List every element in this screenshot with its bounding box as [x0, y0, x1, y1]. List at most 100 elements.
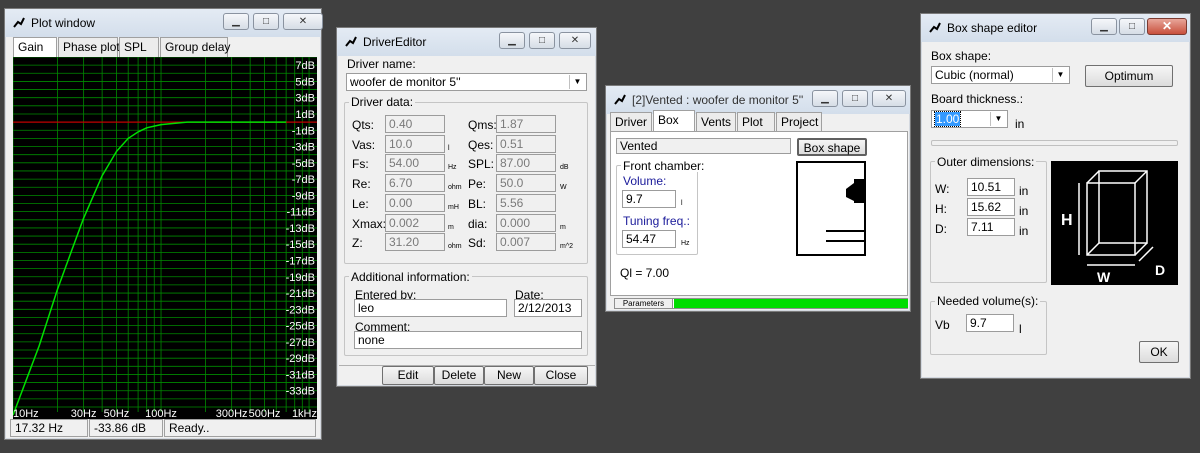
y-tick-label: -3dB	[292, 142, 315, 154]
tab-driver[interactable]: Driver	[610, 112, 652, 132]
maximize-button[interactable]: □	[842, 90, 868, 107]
plot-window-titlebar[interactable]: Plot window ▁ □ ✕	[5, 9, 323, 37]
maximize-button[interactable]: □	[529, 32, 555, 49]
dim-input-0[interactable]: 10.51	[967, 178, 1015, 196]
vented-titlebar[interactable]: [2]Vented : woofer de monitor 5'' ▁ □ ✕	[606, 86, 910, 114]
driver-right-unit-5: m	[560, 223, 566, 231]
speaker-app-icon	[345, 36, 357, 47]
dim-input-2[interactable]: 7.11	[967, 218, 1015, 236]
tuning-unit: Hz	[681, 240, 690, 247]
maximize-button[interactable]: □	[253, 13, 279, 30]
driver-editor-titlebar[interactable]: DriverEditor ▁ □ ✕	[337, 28, 596, 56]
close-button[interactable]: ✕	[283, 13, 323, 30]
driver-right-value-2[interactable]: 87.00	[496, 154, 556, 173]
vb-label: Vb	[935, 318, 950, 332]
x-tick-label: 1kHz	[292, 408, 317, 419]
driver-left-unit-6: ohm	[448, 243, 462, 251]
box-shape-button[interactable]: Box shape	[797, 138, 867, 156]
date-input[interactable]: 2/12/2013	[514, 299, 582, 317]
speaker-app-icon	[13, 17, 25, 28]
close-button[interactable]: ✕	[872, 90, 906, 107]
driver-right-value-1[interactable]: 0.51	[496, 134, 556, 153]
parameters-progress-bar: Parameters	[614, 298, 908, 309]
y-tick-label: -11dB	[286, 207, 315, 219]
cube-diagram: H W D	[1051, 161, 1178, 285]
tab-vents[interactable]: Vents	[696, 112, 736, 132]
entered-by-input[interactable]: leo	[354, 299, 507, 317]
y-tick-label: -13dB	[286, 223, 315, 235]
vb-unit: l	[1019, 322, 1022, 336]
driver-right-value-4[interactable]: 5.56	[496, 193, 556, 212]
close-button[interactable]: ✕	[559, 32, 591, 49]
driver-right-value-0[interactable]: 1.87	[496, 115, 556, 133]
volume-input[interactable]: 9.7	[622, 190, 676, 208]
driver-left-value-3[interactable]: 6.70	[385, 174, 445, 193]
driver-left-value-5[interactable]: 0.002	[385, 213, 445, 232]
y-tick-label: -33dB	[286, 386, 315, 398]
chevron-down-icon: ▼	[1052, 68, 1068, 82]
delete-button[interactable]: Delete	[434, 366, 484, 385]
driver-left-unit-3: ohm	[448, 184, 462, 192]
y-tick-label: -5dB	[292, 158, 315, 170]
driver-left-label-6: Z:	[352, 236, 363, 251]
tab-group-delay[interactable]: Group delay	[160, 37, 230, 57]
driver-left-value-6[interactable]: 31.20	[385, 233, 445, 252]
y-tick-label: -17dB	[286, 255, 315, 267]
vented-box-window: [2]Vented : woofer de monitor 5'' ▁ □ ✕ …	[605, 85, 911, 312]
vb-input[interactable]: 9.7	[966, 314, 1014, 332]
tab-plot[interactable]: Plot	[737, 112, 775, 132]
y-tick-label: 7dB	[295, 60, 315, 72]
tab-gain[interactable]: Gain	[13, 37, 57, 57]
additional-info-label: Additional information:	[349, 270, 472, 284]
edit-button[interactable]: Edit	[382, 366, 434, 385]
tuning-label: Tuning freq.:	[623, 214, 690, 228]
driver-name-select[interactable]: woofer de monitor 5'' ▼	[346, 73, 587, 91]
driver-right-value-3[interactable]: 50.0	[496, 174, 556, 193]
minimize-button[interactable]: ▁	[1091, 18, 1117, 35]
tuning-input[interactable]: 54.47	[622, 230, 676, 248]
driver-left-value-4[interactable]: 0.00	[385, 193, 445, 212]
driver-right-value-5[interactable]: 0.000	[496, 213, 556, 232]
close-button[interactable]: ✕	[1147, 18, 1187, 35]
minimize-button[interactable]: ▁	[812, 90, 838, 107]
driver-left-label-4: Le:	[352, 196, 369, 211]
outer-dimensions-label: Outer dimensions:	[935, 155, 1037, 169]
minimize-button[interactable]: ▁	[223, 13, 249, 30]
driver-right-unit-2: dB	[560, 164, 569, 172]
comment-input[interactable]: none	[354, 331, 582, 349]
box-shape-titlebar[interactable]: Box shape editor ▁ □ ✕	[921, 14, 1190, 42]
tab-spl[interactable]: SPL	[119, 37, 159, 57]
board-thickness-select[interactable]: 1.00 ▼	[931, 110, 1008, 128]
driver-right-label-4: BL:	[468, 196, 487, 211]
dim-input-1[interactable]: 15.62	[967, 198, 1015, 216]
tab-phase-plot[interactable]: Phase plot	[58, 37, 120, 57]
optimum-button[interactable]: Optimum	[1085, 65, 1173, 87]
progress-label: Parameters	[615, 299, 673, 308]
y-tick-label: 1dB	[295, 109, 315, 121]
y-tick-label: -27dB	[286, 337, 315, 349]
chevron-down-icon: ▼	[569, 75, 585, 89]
tab-box[interactable]: Box	[653, 110, 695, 132]
y-tick-label: -25dB	[286, 321, 315, 333]
close-dialog-button[interactable]: Close	[534, 366, 588, 385]
driver-left-unit-5: m	[448, 223, 454, 231]
ok-button[interactable]: OK	[1139, 341, 1179, 363]
window-title: Plot window	[31, 16, 96, 30]
driver-left-value-0[interactable]: 0.40	[385, 115, 445, 133]
minimize-button[interactable]: ▁	[499, 32, 525, 49]
new-button[interactable]: New	[484, 366, 534, 385]
maximize-button[interactable]: □	[1119, 18, 1145, 35]
box-shape-select[interactable]: Cubic (normal) ▼	[931, 66, 1070, 84]
x-tick-label: 50Hz	[104, 408, 130, 419]
driver-left-value-1[interactable]: 10.0	[385, 134, 445, 153]
box-shape-editor-window: Box shape editor ▁ □ ✕ Box shape: Cubic …	[920, 13, 1191, 379]
driver-right-label-6: Sd:	[468, 236, 487, 251]
driver-right-value-6[interactable]: 0.007	[496, 233, 556, 252]
gain-plot[interactable]: 7dB 5dB 3dB 1dB -1dB -3dB -5dB -7dB -9dB -11dB -13…	[13, 57, 317, 419]
driver-left-value-2[interactable]: 54.00	[385, 154, 445, 173]
status-state: Ready..	[164, 419, 316, 437]
driver-data-group-label: Driver data:	[349, 95, 416, 109]
tab-project[interactable]: Project	[776, 112, 822, 132]
driver-right-label-1: Qes:	[468, 137, 494, 152]
chevron-down-icon: ▼	[990, 112, 1006, 126]
